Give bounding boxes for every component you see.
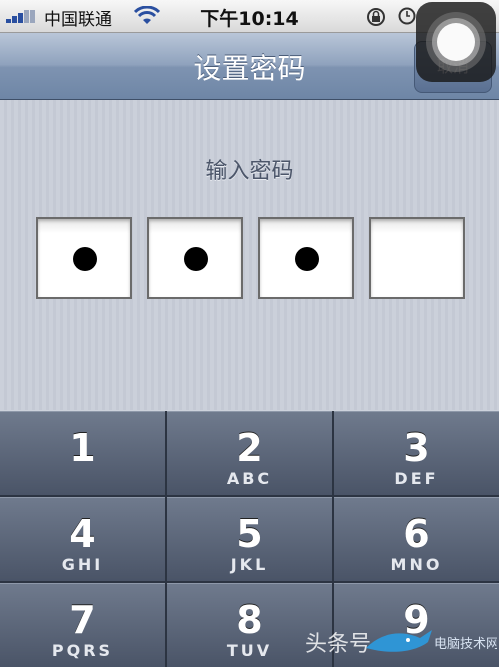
- assistive-touch-button[interactable]: [416, 2, 496, 82]
- key-letters: ABC: [226, 469, 273, 488]
- key-letters: DEF: [394, 469, 439, 488]
- rotation-lock-icon: [367, 8, 385, 26]
- key-2[interactable]: 2 ABC: [167, 411, 332, 495]
- key-5[interactable]: 5 JKL: [167, 497, 332, 581]
- passcode-area: 输入密码: [0, 100, 499, 410]
- key-number: 2: [236, 426, 263, 470]
- watermark-logo: 电脑技术网: [366, 630, 497, 652]
- key-1[interactable]: 1: [0, 411, 165, 495]
- key-4[interactable]: 4 GHI: [0, 497, 165, 581]
- passcode-dot: [295, 247, 319, 271]
- key-letters: GHI: [61, 555, 104, 574]
- key-3[interactable]: 3 DEF: [334, 411, 499, 495]
- key-number: 7: [69, 598, 96, 642]
- key-number: 3: [403, 426, 430, 470]
- passcode-dot: [73, 247, 97, 271]
- passcode-box-4: [369, 217, 465, 299]
- key-7[interactable]: 7 PQRS: [0, 583, 165, 667]
- key-number: 4: [69, 512, 96, 556]
- key-letters: MNO: [390, 555, 443, 574]
- passcode-prompt: 输入密码: [205, 159, 294, 184]
- key-letters: JKL: [230, 555, 269, 574]
- clock-icon: [398, 7, 416, 25]
- watermark-logo-text: 电脑技术网: [434, 637, 497, 652]
- passcode-box-3: [258, 217, 354, 299]
- key-number: 1: [69, 426, 96, 470]
- key-number: 5: [236, 512, 263, 556]
- passcode-dot: [184, 247, 208, 271]
- key-letters: PQRS: [51, 641, 114, 660]
- key-6[interactable]: 6 MNO: [334, 497, 499, 581]
- key-number: 6: [403, 512, 430, 556]
- passcode-box-2: [147, 217, 243, 299]
- passcode-box-1: [36, 217, 132, 299]
- assistive-core: [437, 23, 475, 61]
